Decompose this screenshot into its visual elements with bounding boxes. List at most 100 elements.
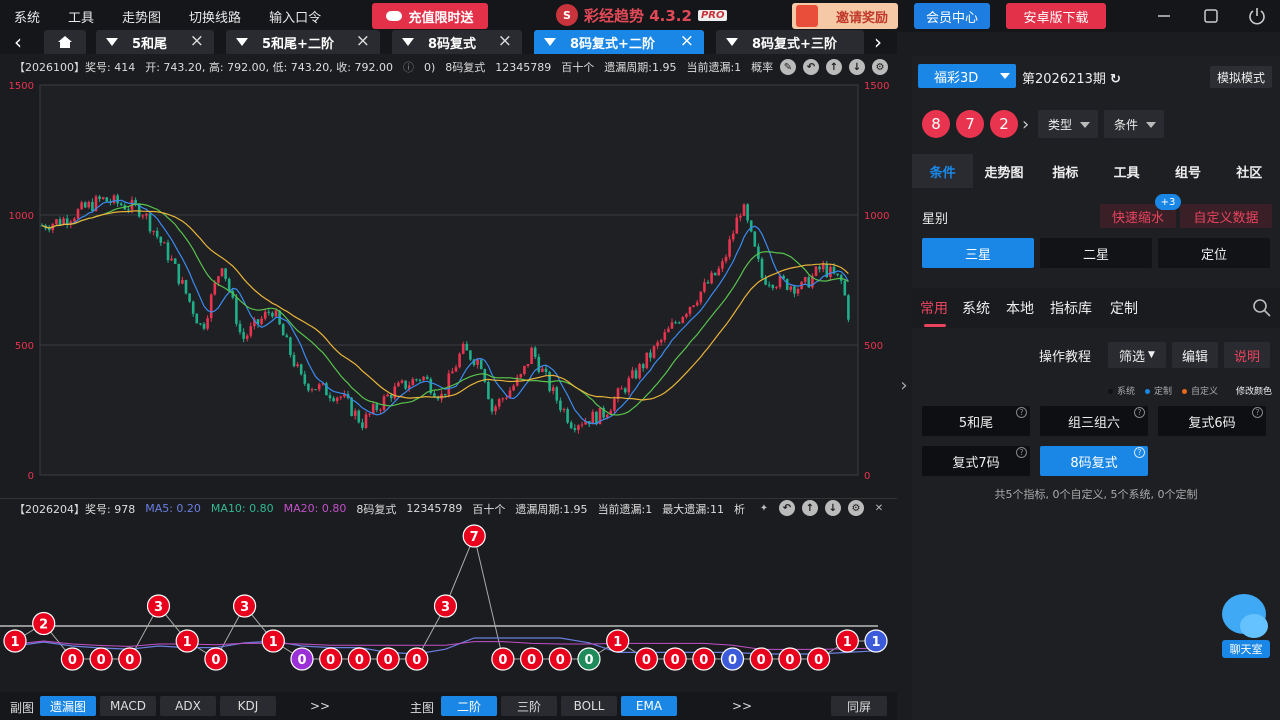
tab-groups[interactable]: 组号 [1157, 154, 1218, 188]
menu-trend-chart[interactable]: 走势图 [108, 7, 175, 26]
maximize-icon[interactable] [1199, 4, 1223, 28]
candle-body [155, 230, 159, 237]
candle-body [91, 202, 94, 211]
subtab-custom[interactable]: 定制 [1110, 298, 1138, 318]
condition-dropdown[interactable]: 条件 [1104, 110, 1164, 138]
dropdown-icon [1146, 122, 1156, 128]
minimize-icon[interactable] [1152, 4, 1176, 28]
miss-chart[interactable]: 1 2 0 0 0 3 1 0 3 1 0 0 0 0 0 3 7 0 0 0 0 1 0 0 0 0 0 0 0 1 1 [0, 518, 897, 690]
simulation-mode-button[interactable]: 模拟模式 [1210, 66, 1272, 88]
tutorial-link[interactable]: 操作教程 [1030, 342, 1100, 368]
power-icon[interactable] [1245, 4, 1269, 28]
search-icon[interactable] [1252, 298, 1272, 318]
candle-body [670, 322, 674, 329]
star-2-button[interactable]: 二星 [1040, 238, 1152, 268]
tab-5-sum-tail[interactable]: 5和尾 × [96, 30, 214, 54]
close-icon[interactable]: × [498, 31, 512, 51]
tab-conditions[interactable]: 条件 [912, 154, 974, 188]
invite-button[interactable]: 邀请奖励 [792, 3, 898, 29]
position-button[interactable]: 定位 [1158, 238, 1270, 268]
subtab-common[interactable]: 常用 [920, 298, 948, 318]
pin-icon[interactable]: ✦ [756, 500, 772, 516]
recharge-button[interactable]: 充值限时送 [372, 3, 488, 29]
help-icon[interactable]: ? [1252, 407, 1263, 418]
close-icon[interactable]: × [190, 31, 204, 51]
edit-button[interactable]: 编辑 [1172, 342, 1218, 368]
lottery-select[interactable]: 福彩3D [918, 64, 1016, 88]
settings-icon[interactable]: ⚙ [872, 59, 888, 75]
down-icon[interactable]: ↓ [849, 59, 865, 75]
tab-8-code-compound-2nd[interactable]: 8码复式+二阶 × [534, 30, 704, 54]
type-dropdown[interactable]: 类型 [1038, 110, 1098, 138]
tab-8-code-compound-3rd[interactable]: 8码复式+三阶 [716, 30, 864, 54]
brand: S 彩经趋势 4.3.2 PRO [556, 4, 728, 26]
subtab-system[interactable]: 系统 [962, 298, 990, 318]
chat-bubble-icon [1240, 614, 1268, 638]
menu-input-code[interactable]: 输入口令 [255, 7, 335, 26]
tab-label: 8码复式+三阶 [752, 36, 837, 52]
close-icon[interactable]: × [356, 31, 370, 51]
close-icon[interactable]: ✕ [871, 500, 887, 516]
collapse-panel-icon[interactable]: › [897, 370, 911, 400]
menu-system[interactable]: 系统 [0, 7, 54, 26]
btn-boll[interactable]: BOLL [561, 696, 617, 716]
tab-tools[interactable]: 工具 [1096, 154, 1157, 188]
btn-same-screen[interactable]: 同屏 [831, 696, 887, 716]
tab-prev-icon[interactable]: ‹ [8, 30, 28, 54]
menu-switch-line[interactable]: 切换线路 [175, 7, 255, 26]
candle-body [339, 396, 343, 398]
menu-tools[interactable]: 工具 [54, 7, 108, 26]
chat-room-button[interactable]: 聊天室 [1216, 592, 1274, 662]
dropdown-icon [106, 38, 118, 46]
indicator-compound-6[interactable]: 复式6码? [1158, 406, 1266, 436]
subtab-library[interactable]: 指标库 [1050, 298, 1092, 318]
candle-body [454, 367, 458, 372]
refresh-icon[interactable]: ↻ [1110, 72, 1121, 87]
android-download-button[interactable]: 安卓版下载 [1006, 3, 1106, 29]
up-icon[interactable]: ↑ [802, 500, 818, 516]
tab-trend[interactable]: 走势图 [973, 154, 1034, 188]
up-icon[interactable]: ↑ [826, 59, 842, 75]
help-icon[interactable]: ? [1016, 407, 1027, 418]
btn-macd[interactable]: MACD [100, 696, 156, 716]
down-icon[interactable]: ↓ [825, 500, 841, 516]
subtab-local[interactable]: 本地 [1006, 298, 1034, 318]
indicator-compound-8[interactable]: 8码复式? [1040, 446, 1148, 476]
more-main-button[interactable]: >> [722, 696, 762, 716]
help-icon[interactable]: ⓘ [403, 59, 414, 75]
star-3-button[interactable]: 三星 [922, 238, 1034, 268]
back-icon[interactable]: ↶ [803, 59, 819, 75]
close-icon[interactable]: × [680, 31, 694, 51]
btn-adx[interactable]: ADX [160, 696, 216, 716]
indicator-5-sum-tail[interactable]: 5和尾? [922, 406, 1030, 436]
btn-kdj[interactable]: KDJ [220, 696, 276, 716]
modify-color-link[interactable]: 修改颜色 [1236, 384, 1272, 397]
more-sub-button[interactable]: >> [300, 696, 340, 716]
indicator-group3-group6[interactable]: 组三组六? [1040, 406, 1148, 436]
tab-community[interactable]: 社区 [1219, 154, 1280, 188]
explain-button[interactable]: 说明 [1224, 342, 1270, 368]
tab-5-sum-tail-2nd[interactable]: 5和尾+二阶 × [226, 30, 380, 54]
help-icon[interactable]: ? [1016, 447, 1027, 458]
custom-data-button[interactable]: 自定义数据 [1180, 204, 1272, 228]
help-icon[interactable]: ? [1134, 407, 1145, 418]
back-icon[interactable]: ↶ [779, 500, 795, 516]
btn-second-order[interactable]: 二阶 [441, 696, 497, 716]
btn-miss-chart[interactable]: 遗漏图 [40, 696, 96, 716]
settings-icon[interactable]: ⚙ [848, 500, 864, 516]
indicator-compound-7[interactable]: 复式7码? [922, 446, 1030, 476]
tab-8-code-compound[interactable]: 8码复式 × [392, 30, 522, 54]
tab-next-icon[interactable]: › [868, 30, 888, 54]
tab-indicators[interactable]: 指标 [1035, 154, 1096, 188]
main-kline-chart[interactable]: 1500 1500 1000 1000 500 500 0 0 [0, 78, 897, 496]
edit-icon[interactable]: ✎ [780, 59, 796, 75]
home-tab[interactable] [44, 30, 86, 54]
member-center-button[interactable]: 会员中心 [914, 3, 990, 29]
main-chart-label: 主图 [410, 701, 435, 715]
btn-third-order[interactable]: 三阶 [501, 696, 557, 716]
help-icon[interactable]: ? [1134, 447, 1145, 458]
chevron-right-icon[interactable]: › [1022, 114, 1029, 135]
btn-ema[interactable]: EMA [621, 696, 677, 716]
filter-button[interactable]: 筛选 ▼ [1108, 342, 1166, 368]
candle-body [227, 278, 231, 291]
